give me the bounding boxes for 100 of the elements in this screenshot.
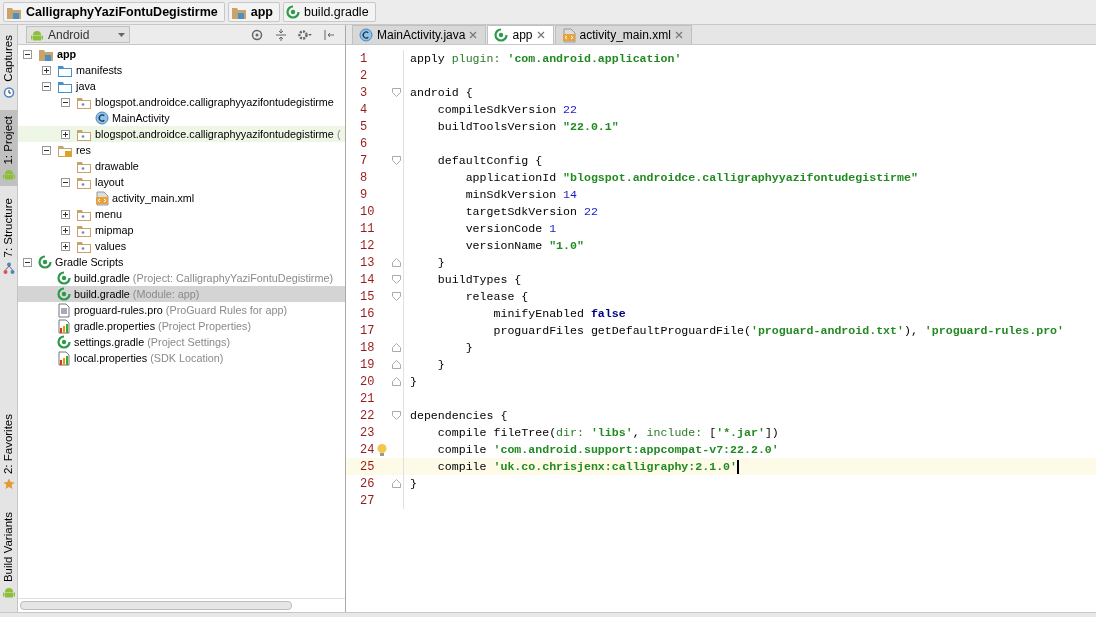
code-line: } bbox=[464, 339, 473, 356]
code-line: } bbox=[409, 475, 417, 492]
tree-item[interactable]: manifests bbox=[57, 61, 123, 79]
code-line: apply plugin: 'com.android.application' bbox=[409, 50, 682, 67]
tree-item[interactable]: proguard-rules.pro (ProGuard Rules for app) bbox=[57, 301, 288, 319]
collapse-icon bbox=[275, 28, 287, 41]
tool-window-tab[interactable]: 2: Favorites bbox=[0, 407, 17, 496]
tree-item[interactable]: app bbox=[38, 45, 77, 63]
tree-item[interactable]: drawable bbox=[76, 157, 139, 175]
android-icon bbox=[2, 168, 15, 181]
tree-item[interactable]: blogspot.androidce.calligraphyyazifontudegistirme bbox=[76, 93, 334, 111]
collapse-icon[interactable] bbox=[23, 49, 32, 59]
gradle-icon bbox=[57, 271, 71, 285]
gradle-icon bbox=[38, 255, 52, 269]
breadcrumb-item[interactable]: app bbox=[227, 2, 280, 22]
line-number: 26 bbox=[359, 475, 372, 493]
close-icon bbox=[469, 31, 478, 39]
line-number: 6 bbox=[359, 135, 369, 153]
code-line: targetSdkVersion 22 bbox=[464, 203, 598, 220]
tree-item[interactable]: layout bbox=[76, 173, 124, 191]
code-line: buildTypes { bbox=[436, 271, 522, 288]
line-number: 21 bbox=[359, 390, 372, 408]
collapse-icon[interactable] bbox=[23, 257, 32, 267]
code-line: } bbox=[409, 373, 417, 390]
line-number: 18 bbox=[359, 339, 372, 357]
properties-file-icon bbox=[57, 350, 71, 366]
tree-item[interactable]: local.properties (SDK Location) bbox=[57, 349, 224, 367]
view-dropdown[interactable]: Android bbox=[26, 26, 130, 43]
xml-file-icon bbox=[95, 190, 109, 206]
line-number: 8 bbox=[359, 169, 369, 187]
properties-file-icon bbox=[57, 318, 71, 334]
tool-window-tab[interactable]: 1: Project bbox=[0, 109, 17, 187]
code-line: versionName "1.0" bbox=[464, 237, 584, 254]
gradle-icon bbox=[285, 5, 300, 19]
line-number: 13 bbox=[359, 254, 372, 272]
code-line: compile 'uk.co.chrisjenx:calligraphy:2.1.0' bbox=[436, 458, 737, 475]
collapse-icon[interactable] bbox=[61, 177, 70, 187]
tree-item[interactable]: values bbox=[76, 237, 127, 255]
class-icon bbox=[359, 28, 373, 42]
tool-window-tab[interactable]: 7: Structure bbox=[0, 192, 17, 280]
hide-icon bbox=[323, 28, 335, 41]
line-number: 19 bbox=[359, 356, 372, 374]
editor-tab[interactable]: activity_main.xml bbox=[554, 25, 692, 44]
close-icon bbox=[674, 31, 683, 39]
tree-item[interactable]: java bbox=[57, 77, 96, 95]
breadcrumb-item[interactable]: CalligraphyYaziFontuDegistirme bbox=[3, 2, 225, 22]
star-icon bbox=[2, 477, 15, 490]
line-number: 1 bbox=[359, 50, 369, 68]
code-line: proguardFiles getDefaultProguardFile('proguard-android.txt'), 'proguard-rules.pro' bbox=[492, 322, 1064, 339]
line-number: 27 bbox=[359, 492, 372, 510]
line-number: 7 bbox=[359, 152, 369, 170]
android-icon bbox=[2, 586, 15, 598]
clock-icon bbox=[2, 85, 15, 98]
code-line: compile 'com.android.support:appcompat-v7:22.2.0' bbox=[436, 441, 779, 458]
line-number: 14 bbox=[359, 271, 372, 289]
code-line: defaultConfig { bbox=[436, 152, 543, 169]
line-number: 2 bbox=[359, 67, 369, 85]
code-line: applicationId "blogspot.androidce.calligraphyyazifontudegistirme" bbox=[464, 169, 918, 186]
editor-tab[interactable]: app bbox=[487, 25, 554, 44]
tree-item[interactable]: activity_main.xml bbox=[95, 189, 195, 207]
settings-icon bbox=[297, 28, 313, 41]
android-icon bbox=[31, 28, 43, 41]
tree-item[interactable]: settings.gradle (Project Settings) bbox=[57, 333, 231, 351]
line-number: 10 bbox=[359, 203, 372, 221]
line-number: 20 bbox=[359, 373, 372, 391]
tool-window-tab[interactable]: Captures bbox=[0, 29, 17, 104]
expand-icon[interactable] bbox=[61, 241, 70, 251]
structure-icon bbox=[2, 261, 15, 274]
collapse-icon[interactable] bbox=[42, 81, 51, 91]
line-number: 12 bbox=[359, 237, 372, 255]
gradle-icon bbox=[57, 335, 71, 349]
line-number: 23 bbox=[359, 424, 372, 442]
collapse-icon[interactable] bbox=[61, 97, 70, 107]
line-number: 15 bbox=[359, 288, 372, 306]
editor-tab[interactable]: MainActivity.java bbox=[352, 25, 487, 44]
expand-icon[interactable] bbox=[42, 65, 51, 75]
expand-icon[interactable] bbox=[61, 209, 70, 219]
locate-icon bbox=[251, 28, 263, 41]
tree-item[interactable]: MainActivity bbox=[95, 109, 170, 127]
text-file-icon bbox=[57, 302, 71, 318]
gradle-icon bbox=[494, 28, 509, 42]
code-line: dependencies { bbox=[409, 407, 508, 424]
line-number: 22 bbox=[359, 407, 372, 425]
breadcrumb-item[interactable]: build.gradle bbox=[282, 2, 376, 22]
tool-window-tab[interactable]: Build Variants bbox=[0, 505, 17, 604]
collapse-icon[interactable] bbox=[42, 145, 51, 155]
tree-item[interactable]: gradle.properties (Project Properties) bbox=[57, 317, 252, 335]
scrollbar[interactable] bbox=[20, 601, 292, 610]
text-cursor bbox=[737, 459, 739, 474]
expand-icon[interactable] bbox=[61, 225, 70, 235]
tree-item[interactable]: Gradle Scripts bbox=[38, 253, 124, 271]
tree-item[interactable]: build.gradle (Project: CalligraphyYaziFontuDegistirme) bbox=[57, 269, 334, 287]
tree-item[interactable]: menu bbox=[76, 205, 122, 223]
tree-item[interactable]: mipmap bbox=[76, 221, 134, 239]
caret-icon bbox=[118, 32, 125, 37]
tree-item[interactable]: res bbox=[57, 141, 91, 159]
close-icon bbox=[536, 31, 545, 39]
expand-icon[interactable] bbox=[61, 129, 70, 139]
collapse-button[interactable] bbox=[273, 26, 289, 43]
code-line: minSdkVersion 14 bbox=[464, 186, 577, 203]
